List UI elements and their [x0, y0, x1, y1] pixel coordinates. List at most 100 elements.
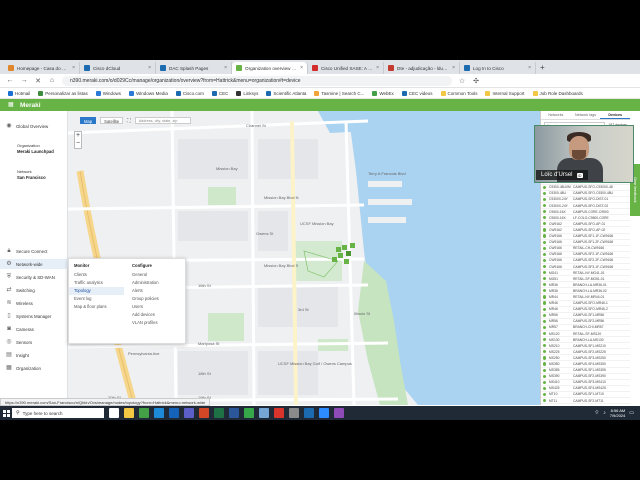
- bookmark-item[interactable]: Hotmail: [8, 90, 30, 96]
- nav-item-sensors[interactable]: ◎ Sensors: [0, 337, 68, 347]
- device-name[interactable]: BRANCH-CHI-MR57: [573, 325, 630, 329]
- browser-tab[interactable]: DAC Splash Pages ×: [156, 62, 232, 74]
- bookmark-item[interactable]: Scientific Atlanta: [266, 90, 306, 96]
- device-name[interactable]: CAMPUS-SFO-AP-02: [573, 228, 630, 232]
- network-selector[interactable]: San Francisco: [17, 175, 46, 180]
- file-explorer-icon[interactable]: [124, 408, 134, 418]
- teams-icon[interactable]: [184, 408, 194, 418]
- forward-icon[interactable]: →: [20, 77, 28, 84]
- map-search-input[interactable]: Address, city, state, zip: [134, 117, 191, 124]
- device-name[interactable]: CAMPUS-SFO-MR46-1: [573, 301, 630, 305]
- menu-item-users[interactable]: Users: [127, 303, 182, 311]
- device-marker[interactable]: [344, 259, 349, 264]
- device-marker[interactable]: [338, 253, 343, 258]
- nav-item-systems-manager[interactable]: ▯ Systems Manager: [0, 311, 68, 321]
- task-view-icon[interactable]: [109, 408, 119, 418]
- device-name[interactable]: CAMPUS-SF2-MR56: [573, 319, 630, 323]
- device-name[interactable]: CAMPUS-SFO-DIST-01: [573, 197, 630, 201]
- tab-close-icon[interactable]: ×: [300, 65, 303, 71]
- menu-item-alerts[interactable]: Alerts: [127, 287, 182, 295]
- device-name[interactable]: CAMPUS-SF3-MS410: [573, 380, 630, 384]
- device-name[interactable]: CAMPUS-SF2-MT11: [573, 399, 630, 403]
- device-name[interactable]: LF-COLO-C9500-CORE: [573, 216, 630, 220]
- chrome-icon[interactable]: [139, 408, 149, 418]
- outlook-icon[interactable]: [169, 408, 179, 418]
- menu-item-topology[interactable]: Topology: [69, 287, 124, 295]
- menu-item-clients[interactable]: Clients: [69, 271, 124, 279]
- tab-close-icon[interactable]: ×: [452, 65, 455, 71]
- excel-icon[interactable]: [214, 408, 224, 418]
- menu-item-group-policies[interactable]: Group policies: [127, 295, 182, 303]
- device-name[interactable]: CAMPUS-SF1-MS210: [573, 344, 630, 348]
- browser-tab[interactable]: Log In to Cisco ×: [460, 62, 536, 74]
- zoom-in-button[interactable]: +: [75, 132, 81, 140]
- taskbar-search-box[interactable]: ⚲ Type here to search: [12, 408, 104, 418]
- device-name[interactable]: CAMPUS-SFO-AP-01: [573, 222, 630, 226]
- menu-item-administration[interactable]: Administration: [127, 279, 182, 287]
- tab-close-icon[interactable]: ×: [376, 65, 379, 71]
- device-name[interactable]: CAMPUS-SF2-MS390: [573, 374, 630, 378]
- device-name[interactable]: BRANCH-LA-MR36-01: [573, 283, 630, 287]
- taskbar-clock[interactable]: 8:56 AM 7/9/2024: [610, 408, 626, 418]
- satellite-tab[interactable]: Satellite: [100, 117, 124, 124]
- nav-item-switching[interactable]: ⇄ Switching: [0, 285, 68, 295]
- menu-item-vlan-profiles[interactable]: VLAN profiles: [127, 319, 182, 327]
- device-marker[interactable]: [346, 251, 351, 256]
- nav-global-overview[interactable]: ◉ Global Overview: [0, 121, 68, 131]
- nav-item-wireless[interactable]: ≋ Wireless: [0, 298, 68, 308]
- nav-item-organization[interactable]: ▦ Organization: [0, 363, 68, 373]
- bookmark-item[interactable]: Windows: [95, 90, 121, 96]
- device-row[interactable]: MT12CAMPUS-SF3-MT12: [541, 404, 630, 406]
- device-panel-tab[interactable]: Network tags: [571, 111, 601, 119]
- network-icon[interactable]: ⌔: [594, 410, 599, 416]
- bookmark-item[interactable]: CEC videos: [401, 90, 433, 96]
- webex-icon[interactable]: [244, 408, 254, 418]
- device-name[interactable]: RETAIL-CH-CW9166: [573, 246, 630, 250]
- close-icon[interactable]: ✕: [34, 77, 42, 85]
- map-tab[interactable]: Map: [80, 117, 97, 124]
- nav-item-network-wide[interactable]: ⚙ Network-wide: [0, 259, 68, 269]
- bookmark-item[interactable]: Job Role Dashboards: [532, 90, 583, 96]
- bookmark-item[interactable]: Tasmine | Search C...: [314, 90, 364, 96]
- device-name[interactable]: CAMPUS-SF1-1F-CW9166: [573, 234, 630, 238]
- word-icon[interactable]: [229, 408, 239, 418]
- device-name[interactable]: CAMPUS-SF4-MS350: [573, 362, 630, 366]
- tab-close-icon[interactable]: ×: [148, 65, 151, 71]
- back-icon[interactable]: ←: [6, 77, 14, 84]
- device-name[interactable]: CAMPUS-SF1-2F-CW9166: [573, 240, 630, 244]
- menu-item-event-log[interactable]: Event log: [69, 295, 124, 303]
- notifications-icon[interactable]: ▭: [629, 410, 634, 416]
- device-name[interactable]: CAMPUS-SF2-MS225: [573, 350, 630, 354]
- bookmark-item[interactable]: Personalizar as listas: [38, 90, 88, 96]
- tab-close-icon[interactable]: ×: [72, 65, 75, 71]
- menu-item-traffic-analytics[interactable]: Traffic analytics: [69, 279, 124, 287]
- device-name[interactable]: CAMPUS-SF2-1F-CW9166: [573, 252, 630, 256]
- org-selector[interactable]: Meraki Launchpad: [17, 149, 54, 154]
- bookmark-item[interactable]: Linksys: [236, 90, 258, 96]
- browser-tab[interactable]: Cisco Unified SASE: A Better W×: [308, 62, 384, 74]
- fullscreen-icon[interactable]: ⛶: [127, 118, 131, 124]
- bookmark-item[interactable]: CEC: [211, 90, 228, 96]
- windows-start-icon[interactable]: [0, 406, 12, 420]
- device-name[interactable]: CAMPUS-SFO-C9300-48U: [573, 191, 630, 195]
- notepad-icon[interactable]: [259, 408, 269, 418]
- new-tab-button[interactable]: +: [536, 62, 549, 74]
- browser-tab[interactable]: Homepage - Casa do Olival ×: [4, 62, 80, 74]
- bookmark-item[interactable]: Common Tools: [440, 90, 477, 96]
- zoom-icon[interactable]: [319, 408, 329, 418]
- device-name[interactable]: CAMPUS-SF3-1F-CW9166: [573, 265, 630, 269]
- home-icon[interactable]: ⌂: [48, 77, 56, 84]
- menu-item-add-devices[interactable]: Add devices: [127, 311, 182, 319]
- extensions-icon[interactable]: ✣: [472, 77, 480, 85]
- device-name[interactable]: CAMPUS-SF3-MS250: [573, 356, 630, 360]
- tab-close-icon[interactable]: ×: [528, 65, 531, 71]
- device-panel-tab[interactable]: Devices: [600, 111, 630, 119]
- acrobat-icon[interactable]: [274, 408, 284, 418]
- device-name[interactable]: CAMPUS-SF1-MT10: [573, 392, 630, 396]
- browser-tab[interactable]: Dte - adjudicação - lduval@gi×: [384, 62, 460, 74]
- vpn-icon[interactable]: [304, 408, 314, 418]
- device-name[interactable]: CAMPUS-CORE-C9500: [573, 210, 630, 214]
- device-name[interactable]: BRANCH-LA-MR36-02: [573, 289, 630, 293]
- volume-icon[interactable]: ♪: [603, 410, 606, 416]
- bookmark-item[interactable]: Internal Support: [485, 90, 525, 96]
